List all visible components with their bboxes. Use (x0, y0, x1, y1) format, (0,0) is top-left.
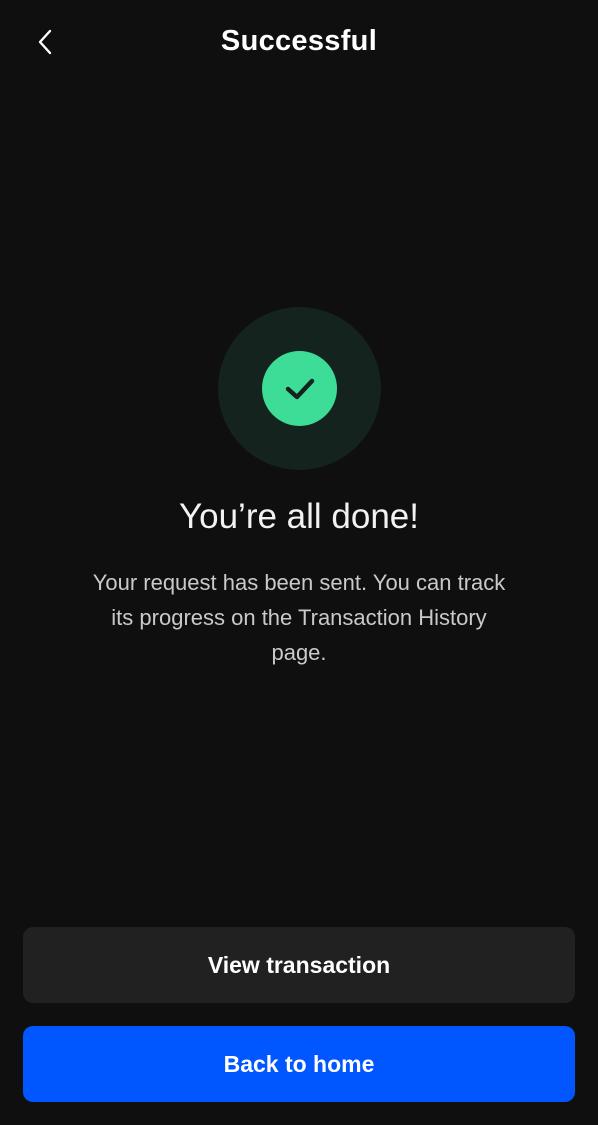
page-title: Successful (220, 25, 378, 57)
top-bar: Successful (0, 0, 598, 88)
success-badge (218, 307, 381, 470)
success-message: Your request has been sent. You can trac… (92, 570, 506, 665)
success-headline: You’re all done! (178, 497, 419, 536)
success-circle (262, 351, 337, 426)
check-icon (285, 378, 314, 399)
view-transaction-button[interactable]: View transaction (23, 927, 575, 1003)
back-to-home-button[interactable]: Back to home (23, 1026, 575, 1102)
